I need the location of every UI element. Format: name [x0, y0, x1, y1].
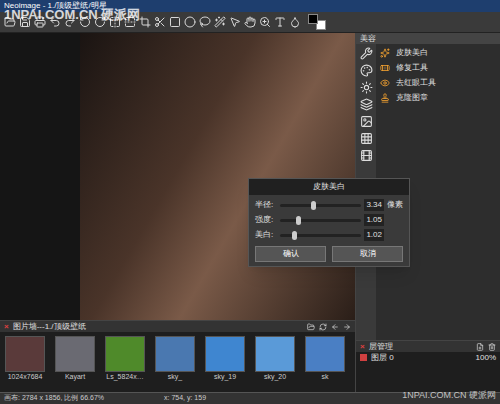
- tool-icon[interactable]: [94, 16, 106, 28]
- tool-icon[interactable]: [244, 16, 256, 28]
- close-button[interactable]: ×: [360, 341, 365, 353]
- panel-header: 美容: [356, 33, 500, 44]
- tool-icon[interactable]: [199, 16, 211, 28]
- delete-layer-icon[interactable]: [488, 343, 496, 351]
- tool-icon[interactable]: [34, 16, 46, 28]
- tool-icon: [380, 63, 390, 73]
- layer-thumb-icon: [360, 354, 367, 361]
- prev-icon[interactable]: [331, 323, 339, 331]
- refresh-icon[interactable]: [319, 323, 327, 331]
- dialog-title: 皮肤美白: [249, 179, 409, 195]
- tool-icon[interactable]: [49, 16, 61, 28]
- tool-icon: [380, 48, 390, 58]
- thumbnail[interactable]: Kayart: [54, 336, 96, 383]
- tool-icon[interactable]: [289, 16, 301, 28]
- cursor-position: x: 754, y: 159: [164, 393, 206, 404]
- window-title: Neoimage - 1./顶级壁纸/明星: [4, 2, 107, 10]
- thumbnail[interactable]: 1024x7684: [4, 336, 46, 383]
- color-swatches[interactable]: [308, 14, 326, 30]
- watermark: 1NPAI.COM.CN 硬派网: [402, 389, 496, 403]
- photo: [80, 33, 355, 320]
- next-icon[interactable]: [343, 323, 351, 331]
- slider-track[interactable]: [280, 234, 361, 237]
- tool-item[interactable]: 修复工具: [380, 62, 500, 74]
- close-button[interactable]: ×: [4, 321, 9, 333]
- layer-header: ×层管理: [356, 341, 500, 352]
- tool-icon[interactable]: [214, 16, 226, 28]
- slider-value[interactable]: 3.34: [364, 199, 384, 211]
- gallery-header: ×图片墙---1./顶级壁纸: [0, 321, 355, 332]
- thumbnail[interactable]: Ls_5824x…: [104, 336, 146, 383]
- category-icon[interactable]: [360, 47, 373, 60]
- dialog-button[interactable]: 取消: [332, 246, 403, 262]
- new-layer-icon[interactable]: [476, 343, 484, 351]
- canvas[interactable]: 皮肤美白半径:3.34像素强度:1.05美白:1.02确认取消: [0, 33, 355, 320]
- slider-value[interactable]: 1.02: [364, 229, 384, 241]
- tool-icon[interactable]: [19, 16, 31, 28]
- tool-icon[interactable]: [139, 16, 151, 28]
- thumbnail[interactable]: sky_: [154, 336, 196, 383]
- category-icon[interactable]: [360, 115, 373, 128]
- workspace: 皮肤美白半径:3.34像素强度:1.05 美白:1.02 确认取消 ×图片墙---1.…: [0, 33, 500, 392]
- slider-row: 强度:1.05: [255, 214, 403, 226]
- slider-track[interactable]: [280, 219, 361, 222]
- tool-item[interactable]: 皮肤美白: [380, 47, 500, 59]
- category-icon[interactable]: [360, 132, 373, 145]
- tool-item[interactable]: 克隆图章: [380, 92, 500, 104]
- thumbnail[interactable]: sk: [304, 336, 346, 383]
- app-window: Neoimage - 1./顶级壁纸/明星皮肤美白半径:3.34像素强度:1.0…: [0, 0, 500, 404]
- tool-icon[interactable]: [274, 16, 286, 28]
- tool-icon: [380, 93, 390, 103]
- tool-icon[interactable]: [154, 16, 166, 28]
- category-icon[interactable]: [360, 98, 373, 111]
- folder-icon[interactable]: [307, 323, 315, 331]
- slider-value[interactable]: 1.05: [364, 214, 384, 226]
- category-icon[interactable]: [360, 81, 373, 94]
- tool-icon[interactable]: [4, 16, 16, 28]
- tool-icon[interactable]: [229, 16, 241, 28]
- tool-icon[interactable]: [169, 16, 181, 28]
- tool-icon[interactable]: [259, 16, 271, 28]
- tool-icon[interactable]: [64, 16, 76, 28]
- tool-icon[interactable]: [184, 16, 196, 28]
- thumbnail-strip: 1024x7684KayartLs_5824x…sky_sky_19sky_20…: [0, 332, 355, 383]
- slider-row: 半径:3.34像素: [255, 199, 403, 211]
- tool-item[interactable]: 去红眼工具: [380, 77, 500, 89]
- tool-icon[interactable]: [124, 16, 136, 28]
- dialog-button[interactable]: 确认: [255, 246, 326, 262]
- skin-whitening-dialog: 皮肤美白半径:3.34像素强度:1.05 美白:1.02 确认取消: [248, 178, 410, 267]
- layer-panel: ×层管理图层 0100%: [356, 340, 500, 392]
- watermark: 1NPAI.COM.CN 硬派网: [4, 5, 140, 25]
- status-bar: 画布: 2784 x 1856, 比例 66.67% x: 754, y: 159: [0, 392, 500, 404]
- title-bar: Neoimage - 1./顶级壁纸/明星: [0, 0, 500, 12]
- toolbar: [0, 12, 500, 33]
- left-column: 皮肤美白半径:3.34像素强度:1.05美白:1.02确认取消×图片墙---1.…: [0, 33, 355, 392]
- slider-row: 美白:1.02: [255, 229, 403, 241]
- layer-row[interactable]: 图层 0100%: [356, 352, 500, 363]
- foreground-color[interactable]: [308, 14, 318, 24]
- tool-icon[interactable]: [79, 16, 91, 28]
- thumbnail[interactable]: sky_19: [204, 336, 246, 383]
- category-icon[interactable]: [360, 64, 373, 77]
- thumbnail[interactable]: sky_20: [254, 336, 296, 383]
- tool-icon: [380, 78, 390, 88]
- tool-icon[interactable]: [109, 16, 121, 28]
- category-icon[interactable]: [360, 149, 373, 162]
- canvas-info: 画布: 2784 x 1856, 比例 66.67%: [4, 393, 104, 404]
- gallery-panel: ×图片墙---1./顶级壁纸1024x7684KayartLs_5824x…sk…: [0, 320, 355, 392]
- slider-track[interactable]: [280, 204, 361, 207]
